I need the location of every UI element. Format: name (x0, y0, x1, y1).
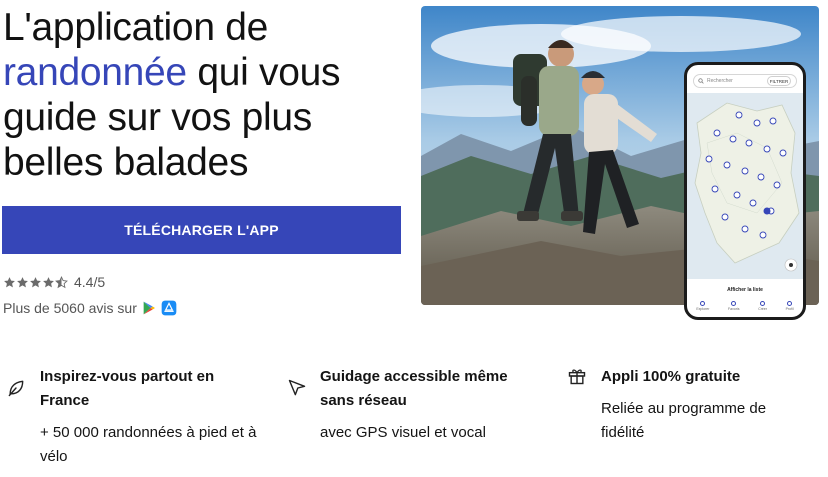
google-play-icon[interactable] (141, 300, 157, 316)
star-icon (30, 276, 41, 287)
feature-title-gratuite: Appli 100% gratuite (601, 368, 741, 385)
feature-desc-gratuite: Reliée au programme de fidélité (601, 400, 767, 441)
phone-list-link[interactable]: Afficher la liste (687, 287, 803, 293)
star-icon (43, 276, 54, 287)
hero-title-accent: randonnée (3, 51, 187, 94)
phone-search-placeholder: Rechercher (707, 78, 733, 84)
half-star-icon (55, 275, 68, 288)
phone-bottom-nav: Explorer Favoris Créer Profil (687, 301, 803, 317)
hero-title: L'application de randonnée qui vous guide… (3, 5, 403, 185)
compass-icon (700, 301, 706, 306)
download-app-button[interactable]: TÉLÉCHARGER L'APP (2, 206, 401, 254)
search-icon (698, 78, 704, 84)
feature-title-inspiration: Inspirez-vous partout en France (40, 368, 215, 409)
reviews-label: Plus de 5060 avis sur (3, 300, 137, 316)
phone-nav-profil[interactable]: Profil (786, 301, 794, 317)
heart-icon (731, 301, 737, 306)
navigation-arrow-icon (288, 379, 306, 396)
rating-score: 4.4/5 (74, 274, 106, 290)
phone-nav-favoris[interactable]: Favoris (728, 301, 740, 317)
app-store-icon[interactable] (161, 300, 177, 316)
leaf-icon (8, 380, 24, 397)
phone-map[interactable] (687, 93, 803, 279)
reviews-count: Plus de 5060 avis sur (3, 300, 177, 316)
phone-mockup: Rechercher FILTRER Afficher la liste Exp… (684, 62, 806, 320)
phone-filter-button[interactable]: FILTRER (767, 76, 791, 86)
phone-nav-creer[interactable]: Créer (758, 301, 767, 317)
gift-icon (568, 369, 586, 385)
star-icon (17, 276, 28, 287)
user-icon (787, 301, 793, 306)
plus-icon (760, 301, 766, 306)
star-icon (4, 276, 15, 287)
feature-desc-guidage: avec GPS visuel et vocal (320, 424, 486, 441)
feature-desc-inspiration: + 50 000 randonnées à pied et à vélo (40, 424, 257, 465)
hero-title-line1: L'application de (3, 6, 269, 49)
app-rating: 4.4/5 (3, 274, 105, 290)
feature-title-guidage: Guidage accessible même sans réseau (320, 368, 508, 409)
phone-nav-explorer[interactable]: Explorer (696, 301, 709, 317)
